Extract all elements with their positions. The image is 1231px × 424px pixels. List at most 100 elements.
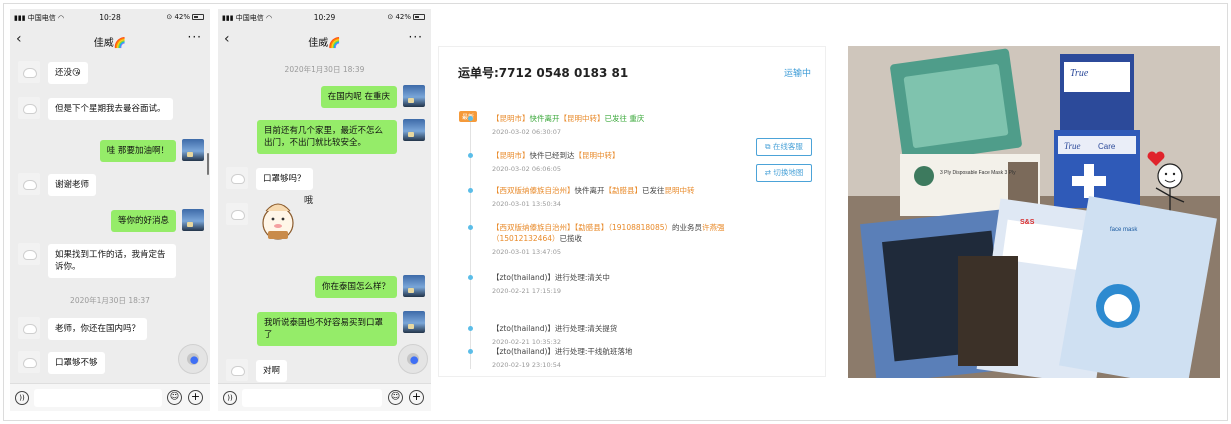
plus-icon[interactable]: + [188,390,203,405]
status-bar: ▮▮▮ 中国电信 ◠ 10:29 ⊙ 42% [218,9,431,27]
message-bubble[interactable]: 口罩够不够 [48,352,105,374]
event-text: 【昆明市】 [492,114,530,123]
message-list[interactable]: 2020年1月30日 18:39 在国内呢 在重庆 目前还有几个家里，最近不怎么… [218,53,431,383]
event-time: 2020-02-19 23:10:54 [492,361,562,369]
timeline-dot [468,225,473,230]
timeline-event: 【zto(thailand)】进行处理:清关提货 2020-02-21 10:35… [492,323,742,348]
box-brand-text: True [1070,68,1089,79]
contact-avatar[interactable] [18,351,40,373]
blue-box-top: True [1060,54,1134,134]
message-bubble[interactable]: 我听说泰国也不好容易买到口罩了 [257,312,397,346]
emoji-icon[interactable]: ☺ [167,390,182,405]
message-bubble[interactable]: 目前还有几个家里，最近不怎么出门，不出门就比较安全。 [257,120,397,154]
voice-icon[interactable]: )) [223,391,237,405]
event-text: 【勐腊县】 [604,186,643,195]
message-bubble[interactable]: 还没😘 [48,62,88,84]
message-bubble[interactable]: 老师，你还在国内吗？ [48,318,148,340]
contact-avatar[interactable] [18,61,40,83]
shipment-status: 运输中 [783,69,811,79]
timestamp: 2020年1月30日 18:39 [284,65,365,74]
battery-icon [413,14,425,20]
event-text: 【昆明中转】 [574,151,620,160]
message-bubble[interactable]: 你在泰国怎么样？ [314,276,397,298]
message-input[interactable] [242,389,382,407]
contact-avatar[interactable] [226,203,248,225]
event-text: 快件离开 [529,114,560,123]
chat-screen-2: ▮▮▮ 中国电信 ◠ 10:29 ⊙ 42% ‹ 佳威🌈 ··· 2020年1月… [218,9,431,411]
timeline-dot [468,326,473,331]
tracking-number: 运单号:7712 0548 0183 81 [458,66,629,80]
box-brand-text: True [1064,141,1081,151]
event-text: 已揽收 [559,234,583,243]
floating-assistant-button[interactable] [178,344,208,374]
event-text: 【西双版纳傣族自治州】 [492,223,575,232]
message-bubble[interactable]: 但是下个星期我去曼谷面试。 [48,98,173,120]
shipment-tracking-panel: 运单号:7712 0548 0183 81 运输中 最新 【昆明市】快件离开【昆… [438,46,826,377]
floating-assistant-button[interactable] [398,344,428,374]
my-avatar[interactable] [182,209,204,231]
contact-avatar[interactable] [18,97,40,119]
mask-box-text: 3 Ply Disposable Face Mask 3 Ply [940,170,1016,176]
event-text: 【zto(thailand)】进行处理:干线航班落地 [492,347,633,356]
event-text: 已发往 重庆 [604,114,645,123]
timeline-dot [468,116,473,121]
online-service-button[interactable]: ⧉ 在线客服 [756,138,812,156]
input-bar: )) ☺ + [218,383,431,411]
voice-icon[interactable]: )) [15,391,29,405]
timeline-dot [468,153,473,158]
event-text: 【勐腊县】 [574,223,609,232]
contact-name: 佳威🌈 [93,38,127,49]
emoji-icon[interactable]: ☺ [388,390,403,405]
timeline-event: 【zto(thailand)】进行处理:清关中 2020-02-21 17:15:… [492,272,742,297]
plus-icon[interactable]: + [409,390,424,405]
contact-avatar[interactable] [226,167,248,189]
message-bubble[interactable]: 口罩够吗？ [256,168,313,190]
contact-avatar[interactable] [18,243,40,265]
chat-header: ‹ 佳威🌈 ··· [218,27,431,53]
message-bubble[interactable]: 在国内呢 在重庆 [320,86,397,108]
message-bubble[interactable]: 如果找到工作的话，我肯定告诉你。 [48,244,176,278]
chat-header: ‹ 佳威🌈 ··· [10,27,210,53]
message-bubble[interactable]: 谢谢老师 [48,174,97,196]
event-text: 【西双版纳傣族自治州】 [492,186,575,195]
switch-map-button[interactable]: ⇄ 切换地图 [756,164,812,182]
my-avatar[interactable] [403,85,425,107]
message-bubble[interactable]: 哇 那要加油啊！ [99,140,176,162]
timeline-event: 【昆明市】快件已经到达【昆明中转】 2020-03-02 06:06:05 [492,150,742,175]
my-avatar[interactable] [182,139,204,161]
message-input[interactable] [34,389,162,407]
my-avatar[interactable] [403,275,425,297]
timeline-dot [468,275,473,280]
contact-avatar[interactable] [226,359,248,381]
contact-avatar[interactable] [18,173,40,195]
message-bubble[interactable]: 对啊 [256,360,288,382]
message-list[interactable]: 还没😘 但是下个星期我去曼谷面试。 哇 那要加油啊！ 谢谢老师 等你的好消息 如… [10,53,210,383]
event-time: 2020-03-01 13:47:05 [492,248,562,256]
mask-packets: S&S face mask [860,196,1217,378]
battery-indicator: ⊙ 42% [166,13,204,21]
battery-icon [192,14,204,20]
event-text: 【zto(thailand)】进行处理:清关中 [492,273,610,282]
contact-avatar[interactable] [18,317,40,339]
scrollbar[interactable] [207,153,209,175]
event-text: 快件离开 [574,186,605,195]
cartoon-sticker[interactable] [256,193,306,243]
my-avatar[interactable] [403,119,425,141]
more-options-icon[interactable]: ··· [188,30,202,44]
packet-brand-text: S&S [1020,219,1035,226]
timeline-event: 【西双版纳傣族自治州】快件离开【勐腊县】已发往昆明中转 2020-03-01 13… [492,185,742,210]
more-options-icon[interactable]: ··· [409,30,423,44]
event-text: 的业务员 [672,223,702,232]
event-text: 【昆明市】 [492,151,530,160]
message-bubble[interactable]: 等你的好消息 [110,210,176,232]
battery-indicator: ⊙ 42% [387,13,425,21]
event-time: 2020-03-02 06:30:07 [492,128,562,136]
status-bar: ▮▮▮ 中国电信 ◠ 10:28 ⊙ 42% [10,9,210,27]
event-time: 2020-02-21 17:15:19 [492,287,562,295]
masks-photo: 3 Ply Disposable Face Mask 3 Ply True Tr… [848,46,1220,378]
my-avatar[interactable] [403,311,425,333]
event-time: 2020-03-01 13:50:34 [492,200,562,208]
event-time: 2020-03-02 06:06:05 [492,165,562,173]
timeline-event: 【西双版纳傣族自治州】【勐腊县】（19108818085）的业务员许燕强（150… [492,222,742,258]
blue-box-bottom: True Care [1054,130,1140,208]
